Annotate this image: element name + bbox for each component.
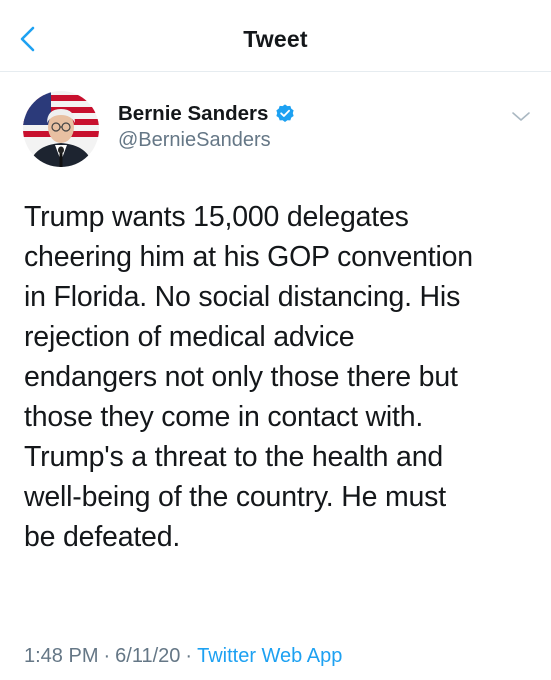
author-handle[interactable]: @BernieSanders [118,129,296,152]
verified-badge-icon [276,104,295,122]
chevron-down-icon[interactable] [508,106,534,126]
tweet-text: Trump wants 15,000 delegates cheering hi… [24,197,534,557]
tweet-meta: 1:48 PM · 6/11/20 · Twitter Web App [24,645,342,668]
top-nav-bar: Tweet [0,0,551,72]
meta-separator: · [185,645,193,667]
tweet-date: 6/11/20 [115,645,181,667]
tweet-text-line: be defeated. [24,521,181,553]
tweet-text-line: Trump wants 15,000 delegates [24,201,409,233]
tweet-text-line: in Florida. No social distancing. His [24,281,461,313]
tweet-source-link[interactable]: Twitter Web App [197,645,342,667]
tweet-text-line: cheering him at his GOP convention [24,241,473,273]
tweet-text-line: rejection of medical advice [24,321,355,353]
tweet-text-line: endangers not only those there but [24,361,458,393]
tweet-text-line: those they come in contact with. [24,401,424,433]
tweet-time: 1:48 PM [24,645,99,667]
author-info: Bernie Sanders @BernieSanders [118,100,296,152]
author-name-row: Bernie Sanders [118,100,296,128]
avatar-image [23,91,99,167]
avatar[interactable] [23,91,99,167]
meta-separator: · [103,645,111,667]
tweet-text-line: well-being of the country. He must [24,481,446,513]
author-display-name[interactable]: Bernie Sanders [118,102,268,126]
page-title: Tweet [243,26,308,52]
tweet-text-line: Trump's a threat to the health and [24,441,444,473]
